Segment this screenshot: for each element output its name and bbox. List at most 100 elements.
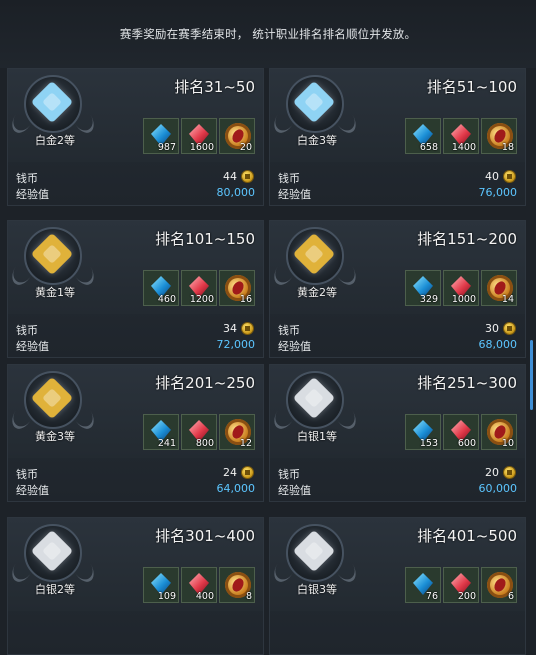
reward-card: 白银3等 排名401~500 76 200 6 [269, 517, 526, 655]
tier-label: 黄金1等 [35, 286, 75, 299]
reward-item[interactable]: 18 [481, 118, 517, 154]
reward-item[interactable]: 1000 [443, 270, 479, 306]
exp-row: 经验值 60,000 [278, 482, 517, 497]
currency-value: 20 [485, 466, 499, 479]
exp-value: 76,000 [478, 186, 518, 199]
item-quantity: 600 [457, 438, 476, 449]
rank-range: 排名251~300 [417, 374, 517, 392]
reward-item[interactable]: 987 [143, 118, 179, 154]
exp-value: 64,000 [216, 482, 256, 495]
rank-range: 排名201~250 [155, 374, 255, 392]
reward-item[interactable]: 8 [219, 567, 255, 603]
reward-items: 987 1600 20 [143, 118, 255, 156]
exp-label: 经验值 [16, 340, 49, 353]
header-bar: 赛季奖励在赛季结束时， 统计职业排名排名顺位并发放。 [0, 0, 536, 68]
exp-row: 经验值 72,000 [16, 338, 256, 353]
item-quantity: 460 [157, 294, 176, 305]
item-quantity: 658 [419, 142, 438, 153]
currency-value: 40 [485, 170, 499, 183]
reward-item[interactable]: 1400 [443, 118, 479, 154]
reward-card: 白金2等 排名31~50 987 1600 20 钱币 44 经验值 80,00… [7, 68, 264, 206]
item-quantity: 76 [425, 591, 438, 602]
item-quantity: 1400 [451, 142, 476, 153]
currency-row: 钱币 20 [278, 466, 517, 481]
scrollbar-thumb[interactable] [530, 340, 533, 410]
rank-range: 排名151~200 [417, 230, 517, 248]
reward-items: 460 1200 16 [143, 270, 255, 308]
reward-item[interactable]: 658 [405, 118, 441, 154]
item-quantity: 14 [501, 294, 514, 305]
rank-range: 排名31~50 [174, 78, 255, 96]
rank-range: 排名101~150 [155, 230, 255, 248]
item-quantity: 153 [419, 438, 438, 449]
reward-card: 黄金2等 排名151~200 329 1000 14 钱币 30 经验值 68,… [269, 220, 526, 358]
reward-item[interactable]: 109 [143, 567, 179, 603]
tier-label: 白银2等 [35, 583, 75, 596]
reward-item[interactable]: 400 [181, 567, 217, 603]
reward-card: 黄金3等 排名201~250 241 800 12 钱币 24 经验值 64,0… [7, 364, 264, 502]
coin-icon [504, 467, 515, 478]
currency-value: 24 [223, 466, 237, 479]
currency-row: 钱币 44 [16, 170, 255, 185]
item-quantity: 20 [239, 142, 252, 153]
tier-label: 白金2等 [35, 134, 75, 147]
reward-item[interactable]: 153 [405, 414, 441, 450]
currency-label: 钱币 [278, 468, 300, 481]
reward-item[interactable]: 200 [443, 567, 479, 603]
currency-row: 钱币 34 [16, 322, 255, 337]
coin-icon [242, 171, 253, 182]
item-quantity: 1000 [451, 294, 476, 305]
exp-value: 72,000 [216, 338, 256, 351]
item-quantity: 12 [239, 438, 252, 449]
item-quantity: 8 [245, 591, 252, 602]
exp-value: 68,000 [478, 338, 518, 351]
reward-item[interactable]: 12 [219, 414, 255, 450]
reward-items: 241 800 12 [143, 414, 255, 452]
reward-item[interactable]: 6 [481, 567, 517, 603]
currency-row: 钱币 40 [278, 170, 517, 185]
reward-card: 白金3等 排名51~100 658 1400 18 钱币 40 经验值 76,0… [269, 68, 526, 206]
item-quantity: 1600 [189, 142, 214, 153]
reward-item[interactable]: 241 [143, 414, 179, 450]
reward-item[interactable]: 76 [405, 567, 441, 603]
reward-item[interactable]: 16 [219, 270, 255, 306]
item-quantity: 16 [239, 294, 252, 305]
currency-label: 钱币 [16, 172, 38, 185]
currency-row: 钱币 24 [16, 466, 255, 481]
item-quantity: 6 [507, 591, 514, 602]
exp-row: 经验值 64,000 [16, 482, 256, 497]
reward-item[interactable]: 14 [481, 270, 517, 306]
reward-item[interactable]: 10 [481, 414, 517, 450]
coin-icon [242, 323, 253, 334]
reward-item[interactable]: 329 [405, 270, 441, 306]
reward-items: 109 400 8 [143, 567, 255, 605]
item-quantity: 18 [501, 142, 514, 153]
exp-label: 经验值 [16, 484, 49, 497]
exp-row: 经验值 68,000 [278, 338, 518, 353]
exp-value: 80,000 [216, 186, 256, 199]
coin-icon [504, 171, 515, 182]
reward-items: 76 200 6 [405, 567, 517, 605]
rank-range: 排名301~400 [155, 527, 255, 545]
reward-items: 153 600 10 [405, 414, 517, 452]
reward-item[interactable]: 460 [143, 270, 179, 306]
item-quantity: 1200 [189, 294, 214, 305]
reward-item[interactable]: 1600 [181, 118, 217, 154]
tier-label: 白银3等 [297, 583, 337, 596]
item-quantity: 109 [157, 591, 176, 602]
reward-item[interactable]: 1200 [181, 270, 217, 306]
item-quantity: 400 [195, 591, 214, 602]
reward-item[interactable]: 20 [219, 118, 255, 154]
reward-card: 黄金1等 排名101~150 460 1200 16 钱币 34 经验值 72,… [7, 220, 264, 358]
currency-row: 钱币 30 [278, 322, 517, 337]
exp-row: 经验值 76,000 [278, 186, 518, 201]
reward-item[interactable]: 800 [181, 414, 217, 450]
reward-item[interactable]: 600 [443, 414, 479, 450]
currency-label: 钱币 [278, 172, 300, 185]
coin-icon [504, 323, 515, 334]
tier-label: 黄金3等 [35, 430, 75, 443]
exp-label: 经验值 [278, 188, 311, 201]
currency-label: 钱币 [16, 324, 38, 337]
item-quantity: 987 [157, 142, 176, 153]
item-quantity: 241 [157, 438, 176, 449]
